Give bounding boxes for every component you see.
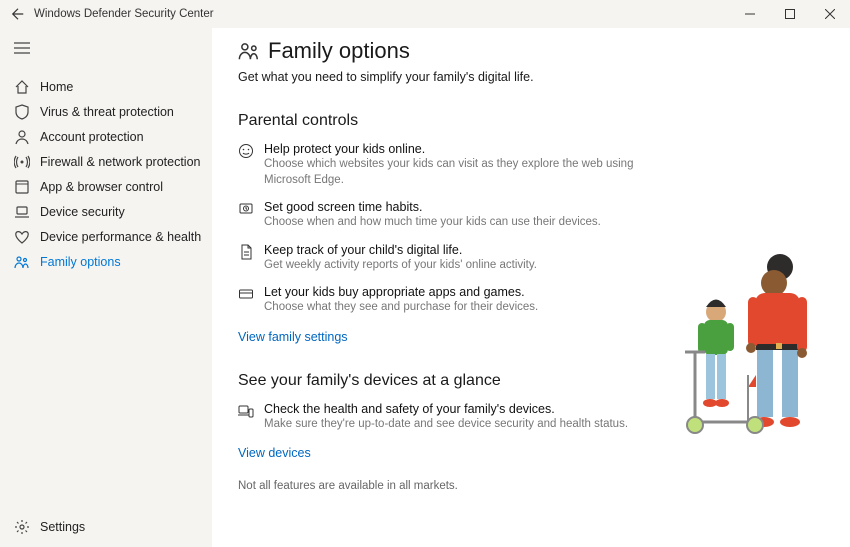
parental-item-protect: Help protect your kids online. Choose wh… xyxy=(238,142,658,188)
item-desc: Choose what they see and purchase for th… xyxy=(264,300,538,316)
report-icon xyxy=(238,244,254,260)
sidebar-item-label: Device security xyxy=(40,205,125,219)
sidebar-item-settings[interactable]: Settings xyxy=(0,514,212,539)
clock-icon xyxy=(238,201,254,217)
family-icon xyxy=(238,40,260,62)
maximize-button[interactable] xyxy=(770,0,810,28)
item-desc: Choose when and how much time your kids … xyxy=(264,215,601,231)
sidebar-item-performance[interactable]: Device performance & health xyxy=(0,224,212,249)
family-icon xyxy=(14,254,30,270)
sidebar-item-appbrowser[interactable]: App & browser control xyxy=(0,174,212,199)
item-title: Help protect your kids online. xyxy=(264,142,658,156)
parental-heading: Parental controls xyxy=(238,112,824,130)
disclaimer-text: Not all features are available in all ma… xyxy=(238,480,824,492)
card-icon xyxy=(238,286,254,302)
item-title: Keep track of your child's digital life. xyxy=(264,243,537,257)
maximize-icon xyxy=(785,9,795,19)
sidebar-item-label: Family options xyxy=(40,255,121,269)
sidebar-item-label: Firewall & network protection xyxy=(40,155,200,169)
title-bar: Windows Defender Security Center xyxy=(0,0,850,28)
back-button[interactable] xyxy=(8,7,28,21)
back-arrow-icon xyxy=(11,7,25,21)
item-desc: Choose which websites your kids can visi… xyxy=(264,157,658,188)
minimize-button[interactable] xyxy=(730,0,770,28)
window-title: Windows Defender Security Center xyxy=(28,8,214,20)
sidebar: Home Virus & threat protection Account p… xyxy=(0,28,212,547)
hamburger-button[interactable] xyxy=(0,32,212,64)
item-title: Check the health and safety of your fami… xyxy=(264,402,628,416)
family-illustration xyxy=(660,247,830,447)
sidebar-item-label: Settings xyxy=(40,520,85,534)
person-icon xyxy=(14,129,30,145)
shield-icon xyxy=(14,104,30,120)
sidebar-item-firewall[interactable]: Firewall & network protection xyxy=(0,149,212,174)
sidebar-item-label: Virus & threat protection xyxy=(40,105,174,119)
laptop-icon xyxy=(14,204,30,220)
item-title: Let your kids buy appropriate apps and g… xyxy=(264,285,538,299)
page-subtitle: Get what you need to simplify your famil… xyxy=(238,70,824,84)
view-family-settings-link[interactable]: View family settings xyxy=(238,330,348,344)
sidebar-item-device[interactable]: Device security xyxy=(0,199,212,224)
heart-icon xyxy=(14,229,30,245)
sidebar-item-account[interactable]: Account protection xyxy=(0,124,212,149)
sidebar-item-label: App & browser control xyxy=(40,180,163,194)
devices-item-health: Check the health and safety of your fami… xyxy=(238,402,658,433)
close-icon xyxy=(825,9,835,19)
sidebar-item-label: Home xyxy=(40,80,73,94)
home-icon xyxy=(14,79,30,95)
sidebar-item-label: Account protection xyxy=(40,130,144,144)
item-title: Set good screen time habits. xyxy=(264,200,601,214)
sidebar-item-family[interactable]: Family options xyxy=(0,249,212,274)
sidebar-item-label: Device performance & health xyxy=(40,230,201,244)
close-button[interactable] xyxy=(810,0,850,28)
nav-list: Home Virus & threat protection Account p… xyxy=(0,64,212,514)
minimize-icon xyxy=(745,9,755,19)
page-title: Family options xyxy=(268,38,410,64)
page-header: Family options xyxy=(238,38,824,64)
sidebar-item-home[interactable]: Home xyxy=(0,74,212,99)
view-devices-link[interactable]: View devices xyxy=(238,446,311,460)
devices-icon xyxy=(238,403,254,419)
sidebar-item-virus[interactable]: Virus & threat protection xyxy=(0,99,212,124)
hamburger-icon xyxy=(14,42,30,54)
item-desc: Get weekly activity reports of your kids… xyxy=(264,258,537,274)
gear-icon xyxy=(14,519,30,535)
parental-item-activity: Keep track of your child's digital life.… xyxy=(238,243,658,274)
parental-item-purchase: Let your kids buy appropriate apps and g… xyxy=(238,285,658,316)
item-desc: Make sure they're up-to-date and see dev… xyxy=(264,417,628,433)
parental-item-screentime: Set good screen time habits. Choose when… xyxy=(238,200,658,231)
app-icon xyxy=(14,179,30,195)
happy-face-icon xyxy=(238,143,254,159)
antenna-icon xyxy=(14,154,30,170)
content-area: Family options Get what you need to simp… xyxy=(212,28,850,547)
